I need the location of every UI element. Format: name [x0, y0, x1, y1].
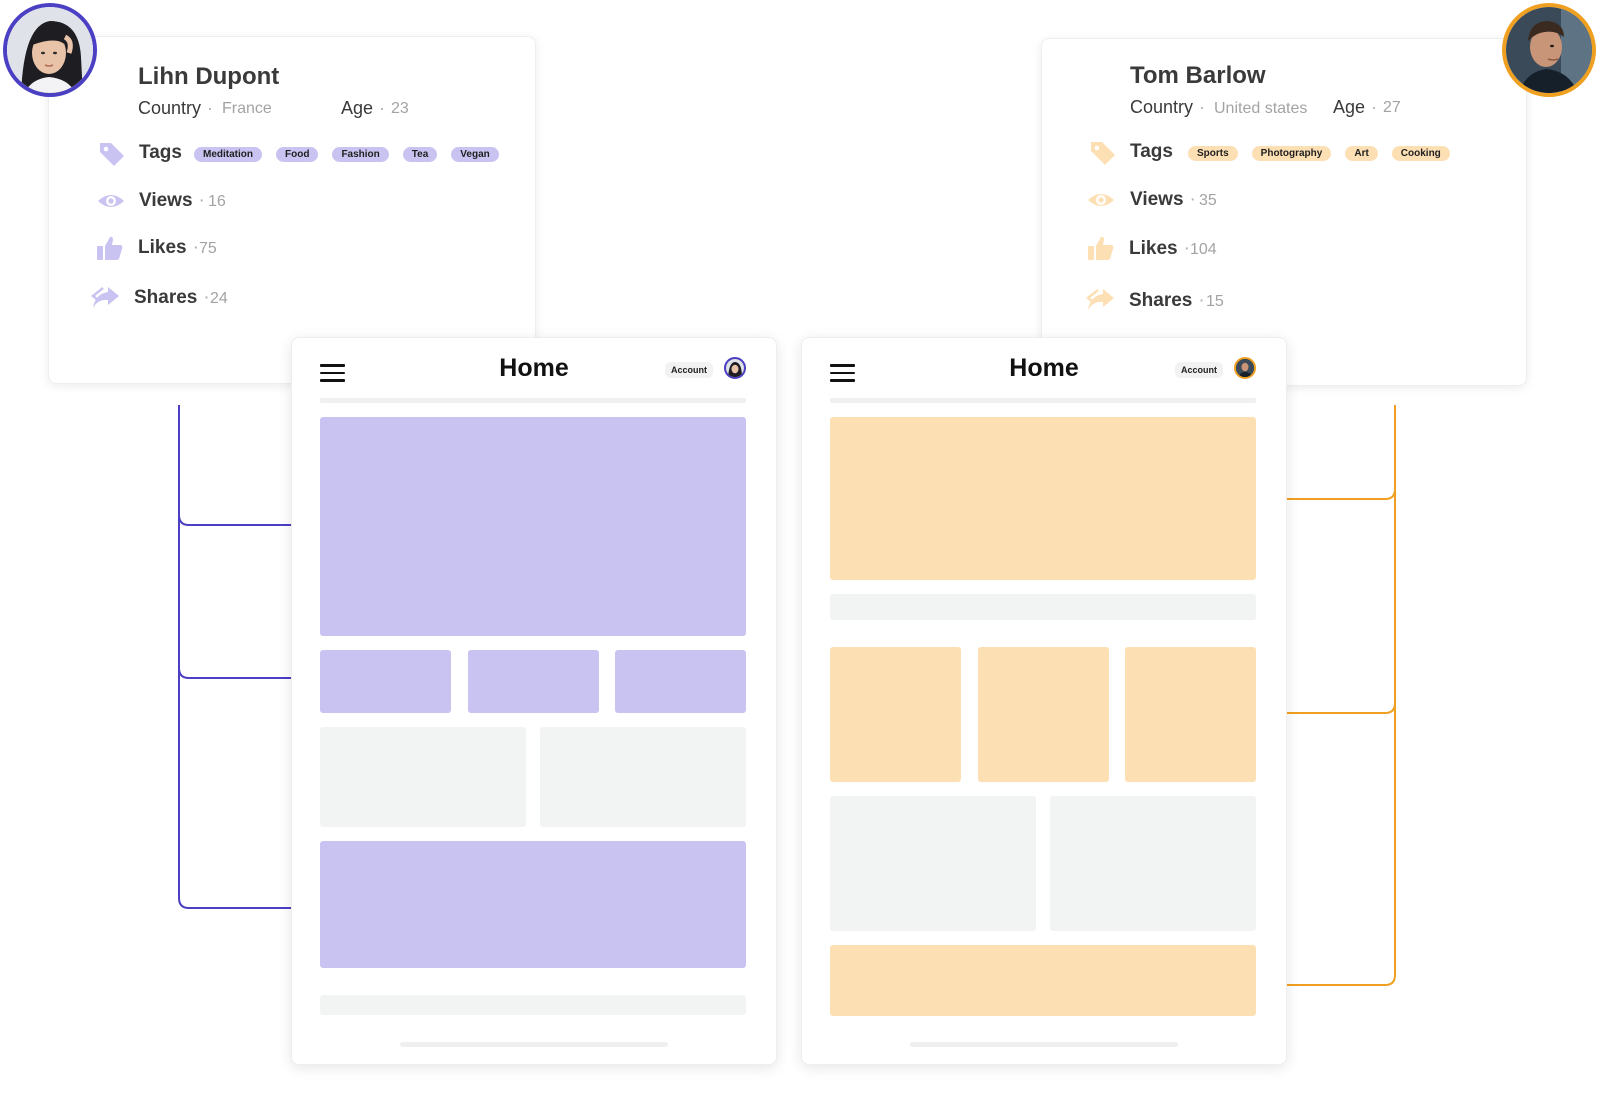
tag-chip[interactable]: Food [276, 147, 319, 162]
woman-avatar-icon[interactable] [3, 3, 97, 97]
header-divider [320, 398, 746, 403]
header-divider [830, 398, 1256, 403]
placeholder-bar [320, 995, 746, 1015]
content-tile[interactable] [615, 650, 746, 713]
placeholder-block [1050, 796, 1256, 931]
purple-connector-line [178, 405, 300, 909]
man-avatar-icon [1506, 7, 1592, 93]
views-value: 35 [1199, 192, 1217, 209]
profile-name: Lihn Dupont [138, 63, 280, 90]
content-tile[interactable] [978, 647, 1109, 782]
likes-label: Likes · [1129, 238, 1190, 259]
views-value: 16 [208, 193, 226, 210]
hero-banner[interactable] [830, 417, 1256, 580]
tag-chip[interactable]: Sports [1188, 146, 1238, 161]
content-tile[interactable] [1125, 647, 1256, 782]
tag-icon [100, 143, 124, 166]
hero-banner[interactable] [320, 417, 746, 636]
likes-value: 75 [199, 240, 217, 257]
tag-chip[interactable]: Photography [1251, 146, 1332, 161]
thumbs-up-icon [1088, 236, 1114, 260]
tag-chip[interactable]: Cooking [1391, 146, 1450, 161]
man-avatar-icon [1236, 359, 1254, 377]
profile-card-tom: Tom Barlow Country · United states Age · 2… [1041, 38, 1527, 386]
age-label: Age · [1333, 97, 1378, 117]
tag-chip[interactable]: Art [1345, 146, 1378, 161]
shares-label: Shares · [134, 287, 210, 308]
woman-avatar-icon [726, 359, 744, 377]
avatar[interactable] [1234, 357, 1256, 379]
tag-chip[interactable]: Meditation [194, 147, 262, 162]
tag-list: Sports Photography Art Cooking [1188, 146, 1450, 161]
man-avatar-icon[interactable] [1502, 3, 1596, 97]
tag-chip[interactable]: Fashion [332, 147, 389, 162]
shares-value: 15 [1206, 293, 1224, 310]
age-value: 27 [1383, 99, 1401, 116]
age-value: 23 [391, 100, 409, 117]
phone-mockup-purple: Home Account [291, 337, 777, 1065]
home-indicator [400, 1042, 668, 1047]
eye-icon [1088, 194, 1114, 206]
country-label: Country · [1130, 97, 1206, 117]
shares-label: Shares · [1129, 290, 1205, 311]
tag-list: Meditation Food Fashion Tea Vegan [194, 147, 499, 162]
shares-value: 24 [210, 290, 228, 307]
tag-chip[interactable]: Vegan [451, 147, 499, 162]
likes-label: Likes · [138, 237, 199, 258]
thumbs-up-icon [97, 236, 123, 260]
age-label: Age · [341, 98, 386, 118]
tags-label: Tags [1130, 141, 1173, 162]
home-indicator [910, 1042, 1178, 1047]
likes-value: 104 [1190, 241, 1217, 258]
woman-avatar-icon [7, 7, 93, 93]
placeholder-block [320, 727, 526, 827]
avatar[interactable] [724, 357, 746, 379]
country-value: France [222, 100, 272, 117]
account-button[interactable]: Account [665, 362, 713, 378]
content-tile[interactable] [468, 650, 599, 713]
share-icon [91, 287, 119, 308]
placeholder-block [830, 796, 1036, 931]
content-tile[interactable] [830, 647, 961, 782]
placeholder-block [540, 727, 746, 827]
tag-chip[interactable]: Tea [402, 147, 438, 162]
country-value: United states [1214, 100, 1308, 117]
views-label: Views · [139, 190, 205, 211]
account-button[interactable]: Account [1175, 362, 1223, 378]
profile-name: Tom Barlow [1130, 62, 1266, 89]
placeholder-bar [830, 594, 1256, 620]
orange-connector-line [1276, 405, 1396, 986]
views-label: Views · [1130, 189, 1196, 210]
profile-card-lihn: Lihn Dupont Country · France Age · 23 Tags… [48, 36, 536, 384]
phone-mockup-orange: Home Account [801, 337, 1287, 1065]
feature-banner[interactable] [830, 945, 1256, 1016]
share-icon [1086, 289, 1114, 310]
tags-label: Tags [139, 142, 182, 163]
tag-icon [1091, 142, 1115, 165]
eye-icon [98, 195, 124, 207]
content-tile[interactable] [320, 650, 451, 713]
feature-banner[interactable] [320, 841, 746, 968]
country-label: Country · [138, 98, 214, 118]
